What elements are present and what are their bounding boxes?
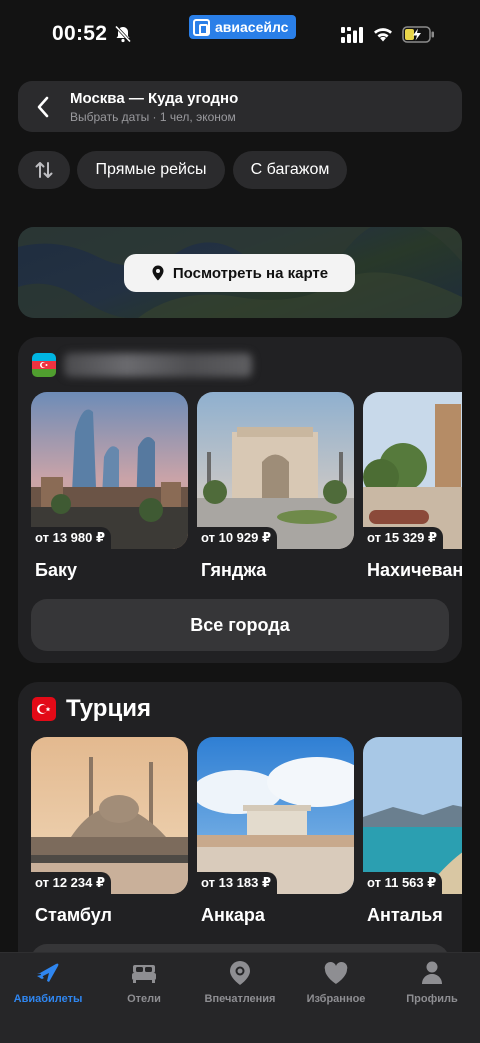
brand-logo-icon [193,18,210,36]
all-cities-button[interactable]: Все города [31,599,449,651]
tab-flights-label: Авиабилеты [13,993,83,1005]
baggage-chip[interactable]: С багажом [233,151,347,189]
tab-profile-label: Профиль [406,993,458,1005]
city-card[interactable]: от 13 980 ₽ Баку [31,392,188,592]
city-name: Баку [35,560,77,580]
signal-icon [341,27,363,43]
location-pin-icon [152,265,164,281]
brand-label: авиасейлс [215,19,289,35]
city-photo-ankara [197,737,354,894]
tab-favorites[interactable]: Избранное [288,959,384,1011]
country-card-turkey: Турция от 12 234 ₽ Стамбул от 13 183 ₽ А… [18,682,462,982]
city-name: Стамбул [35,905,112,925]
tab-favorites-label: Избранное [306,993,366,1005]
city-price: от 12 234 ₽ [31,872,112,894]
country-title: Турция [66,695,151,722]
city-carousel[interactable]: от 12 234 ₽ Стамбул от 13 183 ₽ Анкара о… [31,737,462,937]
sort-arrows-icon [35,162,53,178]
city-photo-ganja [197,392,354,549]
airplane-icon [37,963,59,982]
city-card[interactable]: от 15 329 ₽ Нахичевань [363,392,462,592]
sort-button[interactable] [18,151,70,189]
city-price: от 15 329 ₽ [363,527,444,549]
tab-flights[interactable]: Авиабилеты [0,959,96,1011]
city-card[interactable]: от 11 563 ₽ Анталья [363,737,462,937]
city-card[interactable]: от 10 929 ₽ Гянджа [197,392,354,592]
bell-off-icon [114,25,132,43]
turkey-flag [32,697,56,721]
city-card[interactable]: от 12 234 ₽ Стамбул [31,737,188,937]
city-price: от 13 980 ₽ [31,527,112,549]
city-name: Анталья [367,905,443,925]
route-title: Москва — Куда угодно [70,90,239,107]
azerbaijan-flag [32,353,56,377]
city-photo-baku [31,392,188,549]
camera-icon [230,961,250,985]
show-on-map-button[interactable]: Посмотреть на карте [124,254,355,292]
city-carousel[interactable]: от 13 980 ₽ Баку от 10 929 ₽ Гянджа от 1… [31,392,462,592]
direct-flights-chip[interactable]: Прямые рейсы [77,151,225,189]
wifi-icon [374,28,392,42]
city-price: от 11 563 ₽ [363,872,443,894]
city-photo-antalya [363,737,462,894]
city-photo-istanbul [31,737,188,894]
city-card[interactable]: от 13 183 ₽ Анкара [197,737,354,937]
person-icon [422,961,442,984]
status-time: 00:52 [52,22,108,45]
tab-hotels-label: Отели [127,993,161,1005]
status-bar: 00:52 авиасейлс [0,0,480,70]
back-arrow-icon[interactable] [36,96,50,118]
search-summary[interactable]: Москва — Куда угодно Выбрать даты · 1 че… [18,81,462,132]
city-name: Нахичевань [367,560,462,580]
bed-icon [132,965,156,983]
country-title-blurred [64,353,252,377]
route-details: Выбрать даты · 1 чел, эконом [70,110,236,124]
city-price: от 13 183 ₽ [197,872,278,894]
country-card-azerbaijan: от 13 980 ₽ Баку от 10 929 ₽ Гянджа от 1… [18,337,462,663]
brand-badge[interactable]: авиасейлс [189,15,297,39]
city-price: от 10 929 ₽ [197,527,278,549]
tab-hotels[interactable]: Отели [96,959,192,1011]
city-name: Гянджа [201,560,267,580]
tab-experiences[interactable]: Впечатления [192,959,288,1011]
map-preview[interactable]: Посмотреть на карте [18,227,462,318]
tab-profile[interactable]: Профиль [384,959,480,1011]
show-on-map-label: Посмотреть на карте [172,264,329,282]
city-photo-nakhchivan [363,392,462,549]
city-name: Анкара [201,905,265,925]
battery-charging-icon [402,26,434,43]
heart-icon [324,961,348,984]
tab-experiences-label: Впечатления [204,993,276,1005]
bottom-tab-bar: Авиабилеты Отели Впечатления Избранное П… [0,952,480,1043]
